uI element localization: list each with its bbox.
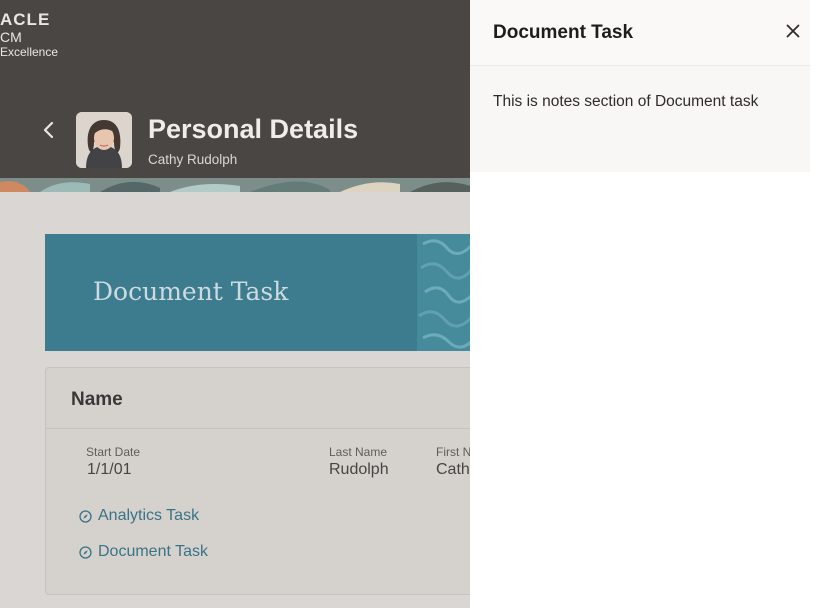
page-subtitle: Cathy Rudolph: [148, 152, 238, 167]
back-button[interactable]: [38, 118, 60, 142]
start-date-value: 1/1/01: [87, 461, 132, 478]
drawer-notes-text: This is notes section of Document task: [493, 93, 759, 110]
first-name-label: First N: [436, 445, 472, 459]
compass-icon: [79, 509, 92, 523]
start-date-label: Start Date: [86, 445, 141, 459]
first-name-value: Cath: [436, 461, 470, 478]
banner-title: Document Task: [93, 277, 289, 306]
document-task-link[interactable]: Document Task: [79, 543, 208, 561]
chevron-left-icon: [43, 121, 54, 139]
page-title: Personal Details: [148, 114, 359, 144]
header-decoration: [0, 178, 470, 192]
last-name-value: Rudolph: [329, 461, 389, 478]
name-card: Name Start Date 1/1/01 Last Name Rudolph…: [45, 367, 475, 595]
brand-name: ACLE: [0, 10, 51, 29]
document-task-drawer: Document Task This is notes section of D…: [470, 0, 821, 608]
card-divider: [46, 428, 474, 429]
compass-icon: [79, 545, 92, 559]
analytics-task-label: Analytics Task: [98, 507, 200, 524]
close-icon: [786, 24, 800, 38]
close-button[interactable]: [782, 20, 804, 42]
task-banner: Document Task: [45, 234, 470, 351]
main-content: Document Task Name Start Date 1/1/01 Las…: [0, 192, 475, 608]
banner-decoration: [417, 234, 470, 351]
avatar: [76, 112, 132, 168]
page-header: ACLE CM Excellence Personal Details Cath…: [0, 0, 470, 192]
document-task-label: Document Task: [98, 543, 208, 560]
card-title: Name: [71, 389, 123, 410]
last-name-label: Last Name: [329, 445, 388, 459]
drawer-title: Document Task: [493, 22, 634, 43]
drawer-notes-section: This is notes section of Document task: [470, 66, 810, 172]
brand-tagline: Excellence: [0, 45, 59, 59]
analytics-task-link[interactable]: Analytics Task: [79, 507, 199, 525]
brand-product: CM: [0, 29, 22, 45]
drawer-header: Document Task: [470, 0, 810, 66]
